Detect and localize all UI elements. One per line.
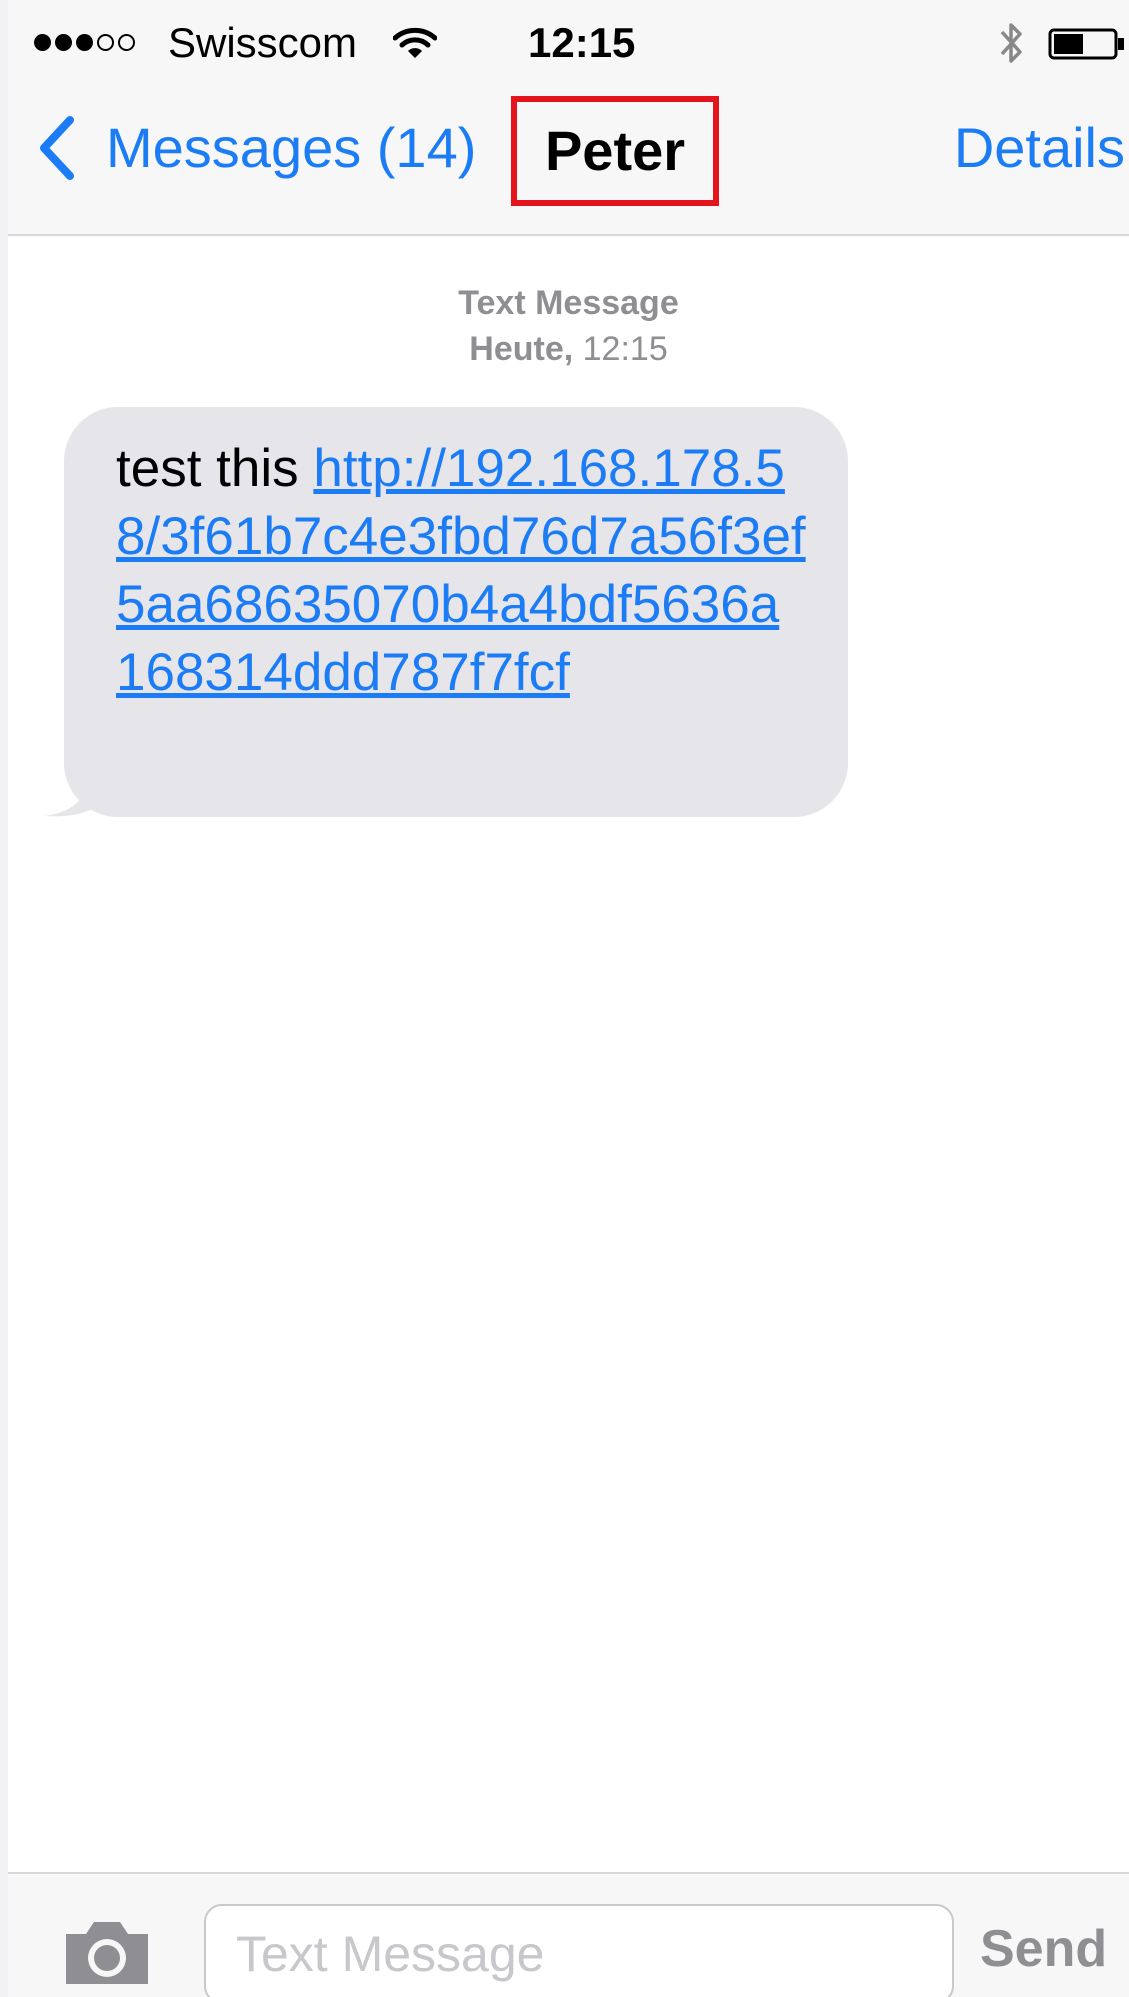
message-input[interactable]: [204, 1904, 954, 1997]
navigation-bar: Messages (14) Peter Details: [8, 90, 1129, 234]
wifi-icon: [393, 27, 437, 58]
signal-strength-icon: [34, 34, 135, 51]
conversation-header: Text Message Heute, 12:15: [8, 280, 1129, 372]
back-to-messages-button[interactable]: Messages (14): [36, 112, 476, 184]
message-day: Heute,: [469, 330, 574, 368]
back-button-label: Messages (14): [106, 116, 477, 179]
status-time: 12:15: [528, 19, 636, 66]
signal-dot-empty: [97, 34, 114, 51]
camera-icon[interactable]: [60, 1918, 154, 1988]
status-bar: Swisscom 12:15: [8, 0, 1129, 90]
signal-dot-empty: [118, 34, 135, 51]
messages-screen: Swisscom 12:15 Messages (14) Peter Detai…: [8, 0, 1129, 1997]
contact-name-highlight: Peter: [511, 96, 719, 206]
details-button[interactable]: Details: [954, 112, 1125, 184]
message-text: test this http://192.168.178.58/3f61b7c4…: [116, 435, 808, 707]
message-type-label: Text Message: [458, 284, 679, 322]
message-timestamp: Heute, 12:15: [8, 326, 1129, 372]
battery-icon: [1048, 28, 1124, 60]
contact-name: Peter: [544, 119, 686, 182]
carrier-name: Swisscom: [168, 19, 358, 66]
bluetooth-icon: [1000, 23, 1022, 63]
signal-dot-filled: [34, 34, 51, 51]
incoming-message-bubble[interactable]: test this http://192.168.178.58/3f61b7c4…: [64, 407, 848, 817]
message-composer: Send: [8, 1872, 1129, 1997]
top-bar: Swisscom 12:15 Messages (14) Peter Detai…: [8, 0, 1129, 236]
screen-frame-edge: [0, 0, 8, 1997]
chevron-left-icon: [40, 116, 74, 180]
message-time: 12:15: [582, 330, 668, 368]
signal-dot-filled: [55, 34, 72, 51]
signal-dot-filled: [76, 34, 93, 51]
send-button[interactable]: Send: [980, 1914, 1107, 1984]
message-body: test this: [116, 439, 314, 498]
